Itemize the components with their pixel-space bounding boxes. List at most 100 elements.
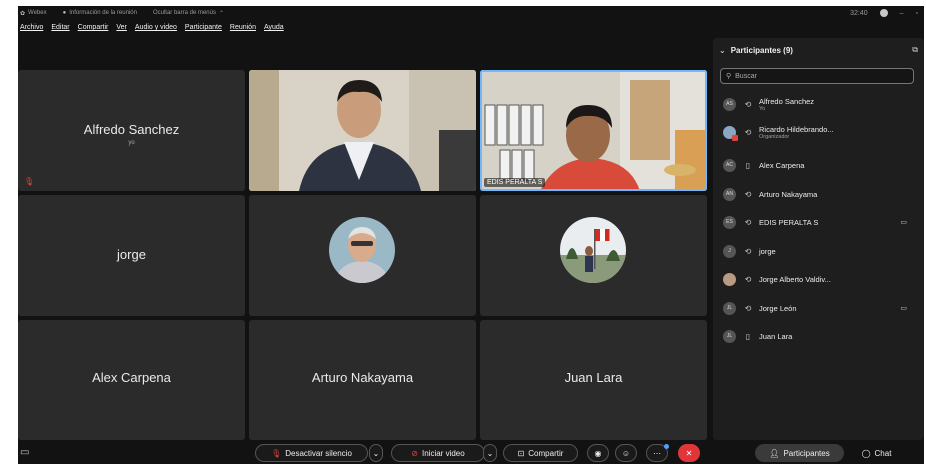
unmute-button[interactable]: 🎙︎ Desactivar silencio [255,444,368,462]
participant-name: Jorge León [759,303,797,313]
participant-name: Juan Lara [759,331,793,341]
participants-panel-header[interactable]: ⌄ Participantes (9) [719,46,793,55]
audio-icon: ⟲ [744,274,752,284]
webex-logo-icon: ✿ [20,10,26,17]
video-tile-jorge[interactable]: jorge [18,195,245,316]
video-tile-jorge-alberto[interactable] [249,195,476,316]
captions-icon[interactable]: ▭ [20,447,29,458]
participant-avatar: AN [723,187,736,201]
muted-mic-icon: 🎙︎ [24,177,35,186]
webex-window: ✿ Webex ● Información de la reunión Ocul… [18,6,924,464]
menu-bar: Archivo Editar Compartir Ver Audio y vid… [18,24,284,36]
participant-video-feed [249,70,476,191]
title-bar-right: 32:40 – ▫ [850,6,918,20]
meeting-controls: ▭ 🎙︎ Desactivar silencio ⌄ ⊘ Iniciar vid… [18,444,924,464]
video-options-button[interactable]: ⌄ [483,444,497,462]
participant-row[interactable]: JL ▯ Juan Lara [723,326,919,346]
participant-row[interactable]: AS ⟲ Alfredo Sanchez Yo [723,92,919,116]
participant-name: Alex Carpena [759,160,805,170]
video-tile-edis-peralta[interactable]: EDIS PERALTA S [480,70,707,191]
participant-row[interactable]: ⟲ Jorge Alberto Valdiv... [723,269,919,289]
participant-avatar: JL [723,301,736,315]
participant-role: Yo [759,105,766,112]
video-tile-arturo-nakayama[interactable]: Arturo Nakayama [249,320,476,440]
participant-role: Organizador [759,133,790,140]
people-icon: 👤︎ [769,448,780,458]
close-icon: ✕ [685,448,693,458]
chevron-down-icon: ⌄ [372,448,380,458]
video-tile-jorge-leon[interactable] [480,195,707,316]
participant-row[interactable]: J ⟲ jorge [723,241,919,261]
menu-participante[interactable]: Participante [185,24,222,36]
phone-icon: ▯ [745,160,751,170]
video-camera-icon: ▭ [900,305,907,312]
menu-audio-video[interactable]: Audio y video [135,24,177,36]
participants-panel-title: Participantes (9) [730,46,793,55]
participant-avatar: JL [723,329,736,343]
info-icon: ● [62,10,67,16]
participant-row[interactable]: AC ▯ Alex Carpena [723,155,919,175]
audio-icon: ⟲ [744,217,752,227]
participant-video-feed [480,70,707,191]
more-icon: ⋯ [653,448,661,458]
participant-avatar: AC [723,158,736,172]
tile-name: jorge [117,247,146,262]
participants-button[interactable]: 👤︎ Participantes [755,444,844,462]
meeting-info-button[interactable]: ● Información de la reunión [63,10,137,16]
share-button[interactable]: ⊡ Compartir [503,444,578,462]
video-tile-juan-lara[interactable]: Juan Lara [480,320,707,440]
organizer-badge-icon [732,134,738,141]
audio-icon: ⟲ [744,99,752,109]
video-tile-presenter-1[interactable] [249,70,476,191]
video-tile-alfredo-sanchez[interactable]: Alfredo Sanchez yo 🎙︎ [18,70,245,191]
tile-name: Arturo Nakayama [311,370,414,385]
leave-meeting-button[interactable]: ✕ [678,444,700,462]
tile-subtitle: yo [128,140,135,146]
hide-menu-bar-button[interactable]: Ocultar barra de menús ⌃ [153,10,224,17]
audio-icon: ⟲ [744,246,752,256]
tile-name: Juan Lara [564,370,623,385]
app-name: ✿ Webex [20,10,47,17]
participant-name: Ricardo Hildebrando... [759,124,834,134]
audio-icon: ⟲ [744,303,752,313]
restore-icon[interactable]: ▫ [916,10,918,17]
tile-name: Alex Carpena [92,370,171,385]
menu-ver[interactable]: Ver [116,24,127,36]
audio-options-button[interactable]: ⌄ [369,444,383,462]
title-bar: ✿ Webex ● Información de la reunión Ocul… [18,6,924,20]
participant-row[interactable]: AN ⟲ Arturo Nakayama [723,184,919,204]
minimize-icon[interactable]: – [900,10,904,17]
participant-search[interactable]: ⚲ [720,68,914,84]
start-video-button[interactable]: ⊘ Iniciar video [391,444,485,462]
participant-avatar [329,217,395,283]
video-tile-alex-carpena[interactable]: Alex Carpena [18,320,245,440]
menu-compartir[interactable]: Compartir [78,24,109,36]
audio-icon: ⟲ [744,189,752,199]
chevron-down-icon: ⌄ [719,46,726,55]
menu-reunion[interactable]: Reunión [230,24,256,36]
phone-icon: ▯ [745,331,751,341]
video-off-icon: ⊘ [411,448,418,458]
chat-button[interactable]: ◯ Chat [849,444,904,462]
participant-row[interactable]: ES ⟲ EDIS PERALTA S ▭ [723,212,919,232]
menu-archivo[interactable]: Archivo [20,24,43,36]
share-icon: ⊡ [517,448,525,458]
participant-name: Arturo Nakayama [759,189,818,199]
menu-ayuda[interactable]: Ayuda [264,24,284,36]
participant-avatar [560,217,626,283]
record-icon: ◉ [594,448,602,458]
muted-mic-icon: 🎙︎ [271,448,282,458]
participant-row[interactable]: JL ⟲ Jorge León ▭ [723,298,919,318]
participant-avatar: AS [723,97,736,111]
participant-row[interactable]: ⟲ Ricardo Hildebrando... Organizador [723,120,919,144]
popout-icon[interactable]: ⧉ [912,45,918,55]
menu-editar[interactable]: Editar [51,24,69,36]
notification-dot [664,444,669,449]
recorder-button[interactable]: ◉ [587,444,609,462]
search-input[interactable] [735,72,906,80]
participant-name: Jorge Alberto Valdiv... [759,274,831,284]
video-camera-icon: ▭ [900,219,907,226]
chat-bubble-icon: ◯ [861,448,871,458]
reactions-button[interactable]: ☺ [615,444,637,462]
participant-avatar [723,272,736,286]
